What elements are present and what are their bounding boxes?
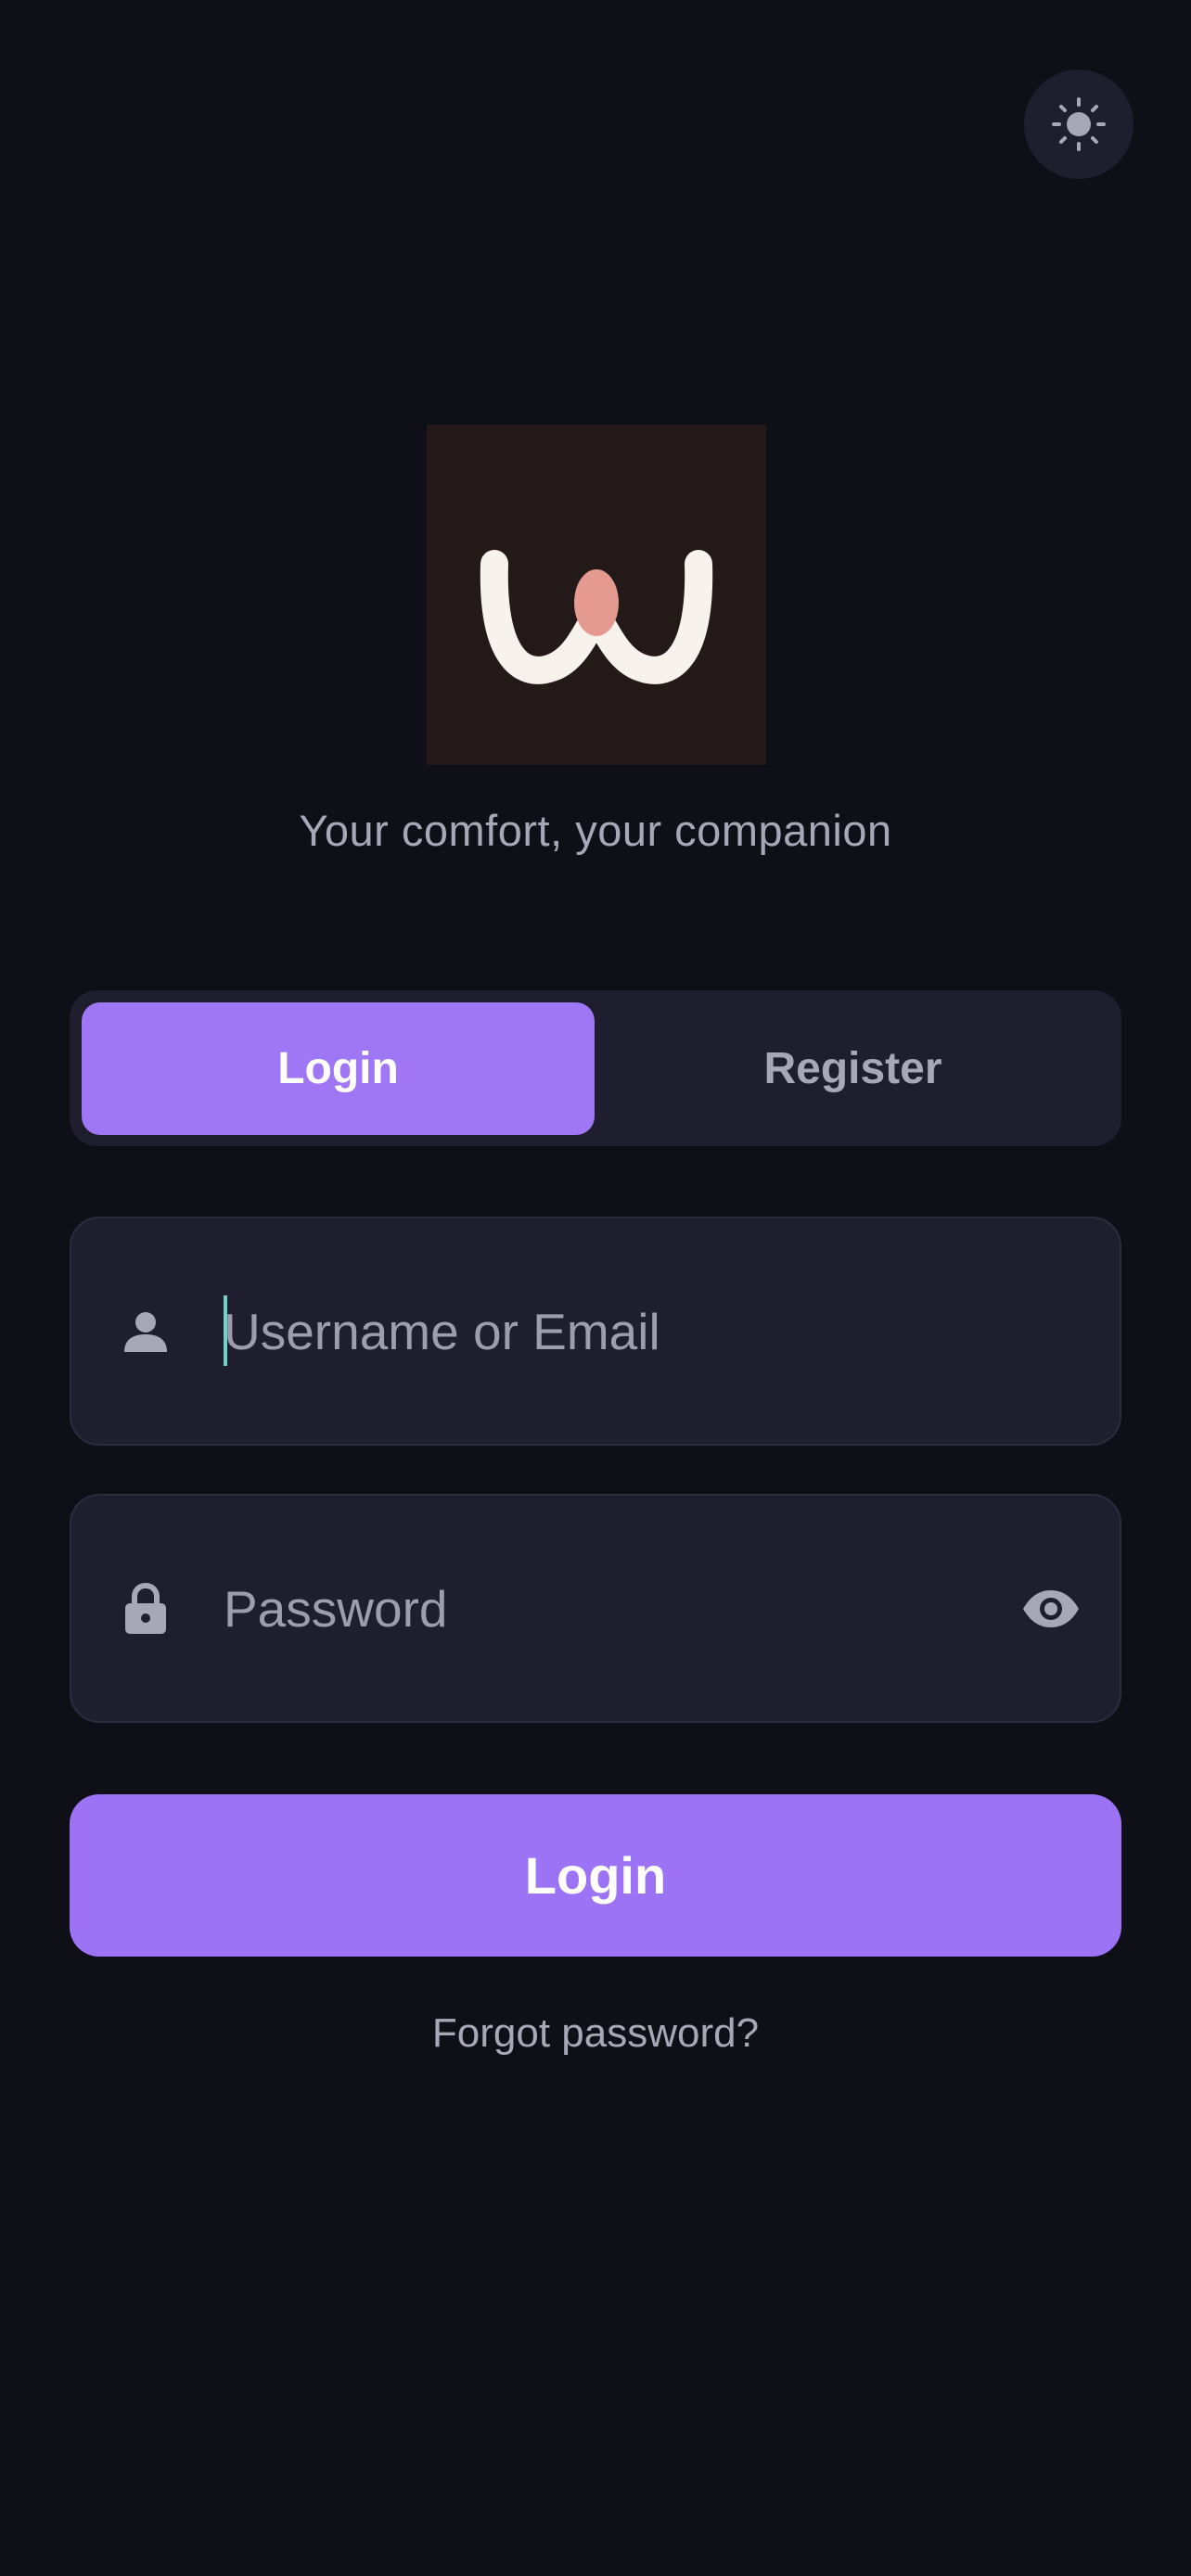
username-field[interactable] [70, 1217, 1121, 1446]
tab-login[interactable]: Login [82, 1002, 595, 1135]
password-input[interactable] [224, 1571, 984, 1646]
password-field[interactable] [70, 1494, 1121, 1723]
text-caret [224, 1295, 227, 1366]
user-icon [122, 1306, 169, 1358]
username-input[interactable] [224, 1294, 984, 1369]
tab-register[interactable]: Register [596, 1002, 1109, 1135]
show-password-button[interactable] [1005, 1562, 1097, 1655]
auth-tabs: Login Register [70, 990, 1121, 1146]
app-logo [427, 425, 766, 765]
login-button[interactable]: Login [70, 1794, 1121, 1957]
sun-icon [1052, 97, 1106, 151]
forgot-password-link[interactable]: Forgot password? [0, 2010, 1191, 2057]
theme-toggle-button[interactable] [1024, 70, 1133, 179]
eye-icon [1023, 1589, 1079, 1627]
logo-mark-icon [480, 550, 713, 684]
tagline: Your comfort, your companion [299, 806, 892, 855]
login-screen: Your comfort, your companion Login Regis… [0, 0, 1191, 2576]
lock-icon [122, 1582, 169, 1635]
